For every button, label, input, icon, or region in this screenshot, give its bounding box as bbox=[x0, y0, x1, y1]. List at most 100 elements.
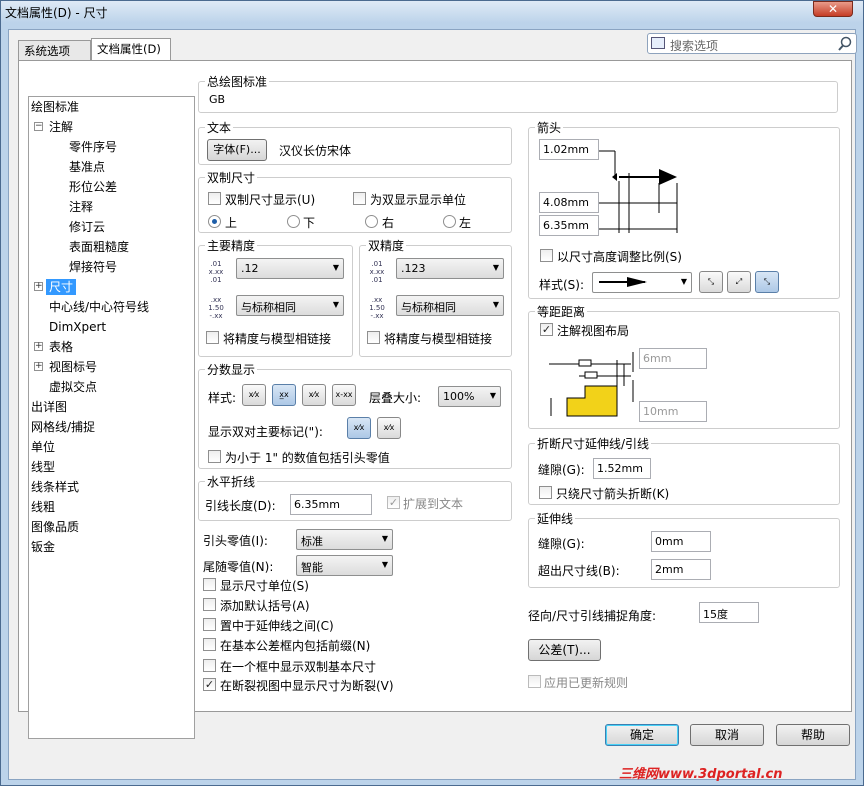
tree-item-notes[interactable]: 注释 bbox=[69, 199, 93, 215]
cancel-button[interactable]: 取消 bbox=[690, 724, 764, 746]
dual-basic-one-frame-label: 在一个框中显示双制基本尺寸 bbox=[220, 660, 377, 674]
dual-precision-select[interactable]: .123 ▼ bbox=[396, 258, 504, 279]
extension-gap-input[interactable]: 0mm bbox=[651, 531, 711, 552]
fraction-style-decimal-icon[interactable]: x-xx bbox=[332, 384, 356, 406]
expand-icon[interactable]: + bbox=[34, 342, 43, 351]
select-value: 标准 bbox=[301, 535, 323, 548]
options-tree[interactable]: 绘图标准 − 注解 零件序号 基准点 形位公差 注释 修订云 表面粗糙度 焊接符… bbox=[28, 96, 195, 739]
arrow-height-input[interactable]: 1.02mm bbox=[539, 139, 599, 160]
dual-mark-on-icon[interactable]: x⁄x bbox=[347, 417, 371, 439]
break-around-arrows-checkbox[interactable] bbox=[539, 486, 552, 499]
stack-size-select[interactable]: 100% ▼ bbox=[438, 386, 501, 407]
dual-display-checkbox[interactable] bbox=[208, 192, 221, 205]
search-icon[interactable] bbox=[837, 36, 853, 52]
dual-mark-off-icon[interactable]: x⁄x bbox=[377, 417, 401, 439]
tree-item-dimxpert[interactable]: DimXpert bbox=[49, 319, 106, 335]
offset-distance-1-input[interactable]: 6mm bbox=[639, 348, 707, 369]
group-title: 延伸线 bbox=[535, 510, 576, 527]
leader-length-input[interactable]: 6.35mm bbox=[290, 494, 372, 515]
expand-icon[interactable]: + bbox=[34, 362, 43, 371]
fraction-style-inline-icon[interactable]: x⁄x bbox=[242, 384, 266, 406]
select-value: 与标称相同 bbox=[401, 301, 456, 314]
snap-angle-input[interactable]: 15度 bbox=[699, 602, 759, 623]
leading-zeros-select[interactable]: 标准 ▼ bbox=[296, 529, 393, 550]
position-right-label: 右 bbox=[382, 216, 395, 230]
tree-item-image-quality[interactable]: 图像品质 bbox=[31, 519, 79, 535]
scale-with-height-label: 以尺寸高度调整比例(S) bbox=[557, 250, 682, 264]
leading-zero-checkbox[interactable] bbox=[208, 450, 221, 463]
arrow-smart-icon[interactable]: ⤡ bbox=[755, 271, 779, 293]
primary-tolerance-precision-select[interactable]: 与标称相同 ▼ bbox=[236, 295, 344, 316]
default-parentheses-checkbox[interactable] bbox=[203, 598, 216, 611]
group-title: 等距距离 bbox=[535, 303, 588, 320]
extend-to-text-checkbox[interactable]: ✓ bbox=[387, 496, 400, 509]
tree-item-drafting-standard[interactable]: 绘图标准 bbox=[31, 99, 79, 115]
tree-item-line-thickness[interactable]: 线粗 bbox=[31, 499, 55, 515]
tree-item-sheet-metal[interactable]: 钣金 bbox=[31, 539, 55, 555]
position-left-radio[interactable] bbox=[443, 215, 456, 228]
arrow-length-input[interactable]: 6.35mm bbox=[539, 215, 599, 236]
tree-item-view-labels[interactable]: 视图标号 bbox=[49, 359, 97, 375]
search-input[interactable]: 搜索选项 bbox=[647, 33, 857, 54]
arrow-width-input[interactable]: 4.08mm bbox=[539, 192, 599, 213]
dual-tolerance-precision-select[interactable]: 与标称相同 ▼ bbox=[396, 295, 504, 316]
window-title: 文档属性(D) - 尺寸 bbox=[5, 6, 108, 20]
break-gap-input[interactable]: 1.52mm bbox=[593, 458, 651, 479]
tree-item-grid-snap[interactable]: 网格线/捕捉 bbox=[31, 419, 95, 435]
apply-updated-rules-checkbox[interactable] bbox=[528, 675, 541, 688]
tree-item-revision-clouds[interactable]: 修订云 bbox=[69, 219, 105, 235]
tree-item-virtual-sharps[interactable]: 虚拟交点 bbox=[49, 379, 97, 395]
tab-system-options[interactable]: 系统选项(S) bbox=[18, 40, 91, 73]
beyond-dimension-input[interactable]: 2mm bbox=[651, 559, 711, 580]
fraction-style-label: 样式: bbox=[208, 391, 237, 405]
tree-item-line-font[interactable]: 线型 bbox=[31, 459, 55, 475]
tree-item-units[interactable]: 单位 bbox=[31, 439, 55, 455]
tree-item-weld-symbols[interactable]: 焊接符号 bbox=[69, 259, 117, 275]
dual-basic-one-frame-checkbox[interactable] bbox=[203, 659, 216, 672]
position-bottom-radio[interactable] bbox=[287, 215, 300, 228]
help-button[interactable]: 帮助 bbox=[776, 724, 850, 746]
primary-precision-select[interactable]: .12 ▼ bbox=[236, 258, 344, 279]
include-prefix-checkbox[interactable] bbox=[203, 638, 216, 651]
position-right-radio[interactable] bbox=[365, 215, 378, 228]
link-dual-precision-checkbox[interactable] bbox=[367, 331, 380, 344]
show-units-checkbox[interactable] bbox=[203, 578, 216, 591]
center-between-extension-checkbox[interactable] bbox=[203, 618, 216, 631]
tolerance-precision-icon: .xx 1.50 -.xx bbox=[369, 296, 385, 320]
fraction-style-diagonal-icon[interactable]: x⁄x bbox=[302, 384, 326, 406]
title-bar[interactable]: 文档属性(D) - 尺寸 ✕ bbox=[1, 1, 863, 23]
broken-view-checkbox[interactable]: ✓ bbox=[203, 678, 216, 691]
expand-icon[interactable]: + bbox=[34, 282, 43, 291]
tree-item-tables[interactable]: 表格 bbox=[49, 339, 73, 355]
tree-item-annotations[interactable]: 注解 bbox=[49, 119, 73, 135]
font-button[interactable]: 字体(F)... bbox=[207, 139, 267, 161]
group-title: 文本 bbox=[205, 119, 234, 136]
tree-item-gtol[interactable]: 形位公差 bbox=[69, 179, 117, 195]
collapse-icon[interactable]: − bbox=[34, 122, 43, 131]
select-value: .12 bbox=[241, 262, 259, 275]
tree-item-datums[interactable]: 基准点 bbox=[69, 159, 105, 175]
scale-with-height-checkbox[interactable] bbox=[540, 249, 553, 262]
extension-gap-label: 缝隙(G): bbox=[538, 537, 585, 551]
link-precision-checkbox[interactable] bbox=[206, 331, 219, 344]
tree-item-dimensions[interactable]: 尺寸 bbox=[46, 279, 77, 295]
fraction-style-stacked-icon[interactable]: x̲x bbox=[272, 384, 296, 406]
tree-item-line-style[interactable]: 线条样式 bbox=[31, 479, 79, 495]
trailing-zeros-select[interactable]: 智能 ▼ bbox=[296, 555, 393, 576]
tab-document-properties[interactable]: 文档属性(D) bbox=[91, 38, 171, 60]
close-button[interactable]: ✕ bbox=[813, 1, 853, 17]
annotation-view-layout-checkbox[interactable]: ✓ bbox=[540, 323, 553, 336]
dual-units-checkbox[interactable] bbox=[353, 192, 366, 205]
tree-item-surface-finish[interactable]: 表面粗糙度 bbox=[69, 239, 129, 255]
position-top-radio[interactable] bbox=[208, 215, 221, 228]
offset-distance-2-input[interactable]: 10mm bbox=[639, 401, 707, 422]
arrow-outside-icon[interactable]: ⤡ bbox=[699, 271, 723, 293]
precision-value-icon: .01 x.xx .01 bbox=[369, 260, 385, 284]
arrow-style-select[interactable]: ▼ bbox=[592, 272, 692, 293]
tree-item-balloons[interactable]: 零件序号 bbox=[69, 139, 117, 155]
arrow-inside-icon[interactable]: ⤢ bbox=[727, 271, 751, 293]
tree-item-detailing[interactable]: 出详图 bbox=[31, 399, 67, 415]
ok-button[interactable]: 确定 bbox=[605, 724, 679, 746]
tree-item-centerlines[interactable]: 中心线/中心符号线 bbox=[49, 299, 149, 315]
tolerance-button[interactable]: 公差(T)... bbox=[528, 639, 601, 661]
